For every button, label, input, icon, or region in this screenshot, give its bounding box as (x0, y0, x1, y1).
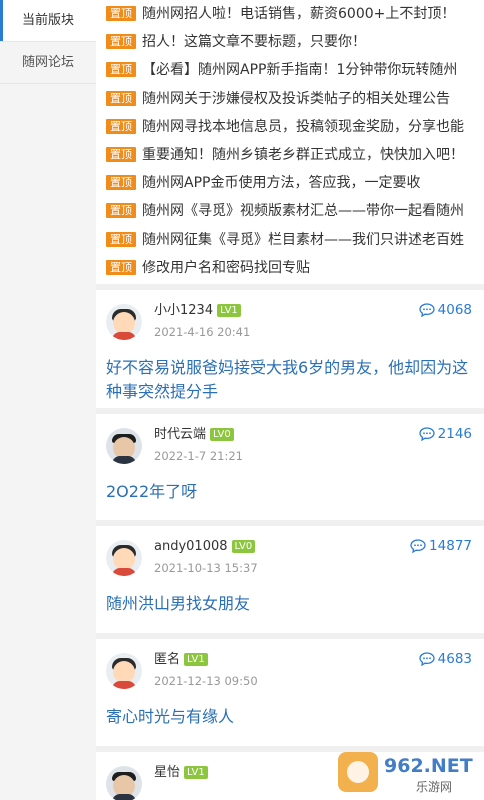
post-title[interactable]: 好不容易说服爸妈接受大我6岁的男友，他却因为这种事突然提分手 (106, 356, 472, 404)
post-title[interactable]: 随州洪山男找女朋友 (106, 592, 472, 616)
pinned-item[interactable]: 置顶 随州网寻找本地信息员，投稿领现金奖励，分享也能 (106, 113, 484, 141)
pinned-badge: 置顶 (106, 231, 136, 247)
comment-icon (418, 427, 435, 441)
username[interactable]: 星怡 (154, 765, 180, 780)
pinned-badge: 置顶 (106, 62, 136, 78)
sidebar: 当前版块 随网论坛 (0, 0, 96, 800)
pinned-title: 随州网寻找本地信息员，投稿领现金奖励，分享也能 (142, 118, 464, 135)
pinned-item[interactable]: 置顶 随州网关于涉嫌侵权及投诉类帖子的相关处理公告 (106, 85, 484, 113)
pinned-item[interactable]: 置顶 随州网征集《寻觅》栏目素材——我们只讲述老百姓 (106, 226, 484, 254)
pinned-badge: 置顶 (106, 6, 136, 21)
comment-count[interactable]: 14877 (410, 538, 472, 554)
pinned-title: 随州网关于涉嫌侵权及投诉类帖子的相关处理公告 (142, 90, 450, 107)
post-card[interactable]: andy01008 LV0 2021-10-13 15:37 14877 随州洪山… (96, 526, 484, 639)
pinned-badge: 置顶 (106, 259, 136, 275)
username[interactable]: 匿名 (154, 652, 180, 667)
username[interactable]: 时代云端 (154, 427, 206, 442)
pinned-item[interactable]: 置顶 招人！这篇文章不要标题，只要你！ (106, 28, 484, 56)
pinned-badge: 置顶 (106, 203, 136, 219)
level-badge: LV1 (184, 766, 208, 779)
pinned-item[interactable]: 置顶 重要通知！随州乡镇老乡群正式成立，快快加入吧！ (106, 141, 484, 169)
pinned-title: 重要通知！随州乡镇老乡群正式成立，快快加入吧！ (142, 146, 464, 163)
pinned-title: 随州网APP金币使用方法，答应我，一定要收 (142, 175, 421, 192)
level-badge: LV1 (184, 653, 208, 666)
level-badge: LV0 (210, 428, 234, 441)
pinned-title: 招人！这篇文章不要标题，只要你！ (142, 34, 366, 51)
watermark-sub: 乐游网 (416, 780, 452, 794)
post-title[interactable]: 2O22年了呀 (106, 480, 472, 504)
pinned-badge: 置顶 (106, 118, 136, 134)
level-badge: LV1 (217, 304, 241, 317)
comment-count-value: 14877 (429, 538, 472, 554)
comment-count[interactable]: 4068 (418, 302, 472, 318)
pinned-item[interactable]: 置顶 随州网APP金币使用方法，答应我，一定要收 (106, 169, 484, 197)
pinned-item[interactable]: 置顶 修改用户名和密码找回专贴 (106, 254, 484, 282)
avatar[interactable] (106, 428, 142, 464)
pinned-badge: 置顶 (106, 175, 136, 191)
avatar[interactable] (106, 653, 142, 689)
sidebar-item-current-board[interactable]: 当前版块 (0, 0, 96, 42)
post-time: 2021-12-13 09:50 (154, 674, 258, 688)
pinned-title: 【必看】随州网APP新手指南！1分钟带你玩转随州 (142, 62, 458, 79)
post-time: 2021-4-16 20:41 (154, 325, 251, 339)
avatar[interactable] (106, 540, 142, 576)
pinned-badge: 置顶 (106, 34, 136, 50)
pinned-title: 随州网《寻觅》视频版素材汇总——带你一起看随州 (142, 203, 464, 220)
comment-count-value: 4068 (437, 302, 472, 318)
pinned-badge: 置顶 (106, 90, 136, 106)
site-watermark-logo: 962.NET 乐游网 (338, 752, 473, 794)
post-time: 2022-1-7 21:21 (154, 449, 243, 463)
pinned-item[interactable]: 置顶 随州网招人啦！电话销售，薪资6000+上不封顶！ (106, 0, 484, 28)
username[interactable]: 小小1234 (154, 303, 213, 318)
pinned-item[interactable]: 置顶 随州网《寻觅》视频版素材汇总——带你一起看随州 (106, 197, 484, 225)
sidebar-item-forum[interactable]: 随网论坛 (0, 42, 96, 84)
pinned-badge: 置顶 (106, 146, 136, 162)
pinned-title: 随州网征集《寻觅》栏目素材——我们只讲述老百姓 (142, 231, 464, 248)
comment-count-value: 4683 (437, 651, 472, 667)
pinned-title: 随州网招人啦！电话销售，薪资6000+上不封顶！ (142, 6, 456, 22)
pinned-list: 置顶 随州网招人啦！电话销售，薪资6000+上不封顶！ 置顶 招人！这篇文章不要标题… (96, 0, 484, 290)
comment-count[interactable]: 2146 (418, 426, 472, 442)
post-card[interactable]: 匿名 LV1 2021-12-13 09:50 4683 寄心时光与有缘人 (96, 639, 484, 752)
post-card[interactable]: 时代云端 LV0 2022-1-7 21:21 2146 2O22年了呀 (96, 414, 484, 526)
comment-count[interactable]: 4683 (418, 651, 472, 667)
post-time: 2021-10-13 15:37 (154, 561, 258, 575)
comment-icon (418, 303, 435, 317)
pinned-item[interactable]: 置顶 【必看】随州网APP新手指南！1分钟带你玩转随州 (106, 56, 484, 84)
username[interactable]: andy01008 (154, 539, 228, 554)
avatar[interactable] (106, 304, 142, 340)
post-title[interactable]: 寄心时光与有缘人 (106, 705, 472, 729)
comment-icon (418, 652, 435, 666)
watermark-brand: 962.NET (384, 755, 473, 777)
level-badge: LV0 (231, 540, 256, 553)
main-content: 置顶 随州网招人啦！电话销售，薪资6000+上不封顶！ 置顶 招人！这篇文章不要标题… (96, 0, 484, 800)
pinned-title: 修改用户名和密码找回专贴 (142, 259, 310, 276)
comment-count-value: 2146 (437, 426, 472, 442)
comment-icon (410, 539, 426, 553)
avatar[interactable] (106, 766, 142, 800)
post-card[interactable]: 小小1234 LV1 2021-4-16 20:41 4068 好不容易说服爸妈接… (96, 290, 484, 414)
